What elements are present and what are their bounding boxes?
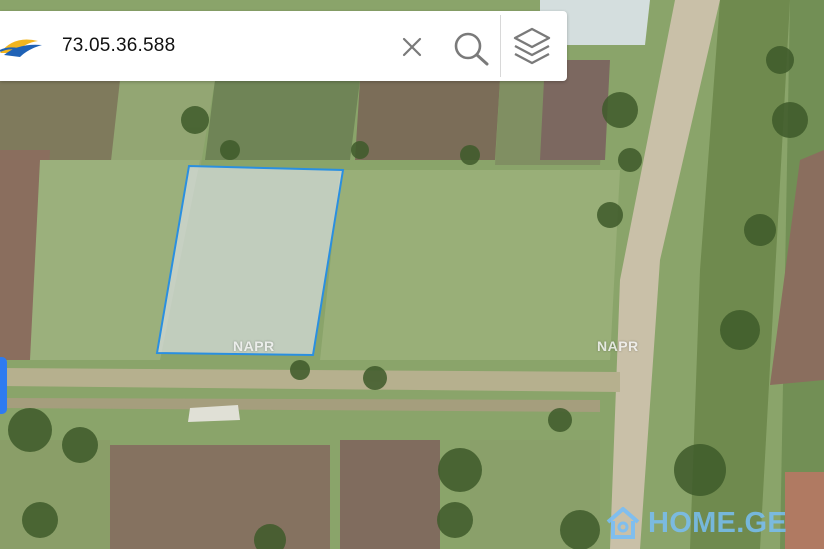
close-icon[interactable] <box>399 34 425 60</box>
home-icon <box>606 507 640 539</box>
side-panel-handle[interactable] <box>0 357 7 414</box>
home-ge-watermark: HOME.GE <box>604 504 787 542</box>
divider <box>500 15 501 77</box>
napr-logo-icon <box>0 39 42 57</box>
parcel-overlay <box>155 164 345 357</box>
search-bar: 73.05.36.588 <box>0 11 567 81</box>
parcel-polygon[interactable] <box>155 164 345 357</box>
satellite-map[interactable]: NAPR NAPR HOME.GE <box>0 0 824 549</box>
napr-label-right: NAPR <box>597 338 639 354</box>
search-icon[interactable] <box>451 31 491 67</box>
watermark-text: HOME.GE <box>648 506 788 539</box>
layers-icon[interactable] <box>509 25 555 69</box>
search-input[interactable]: 73.05.36.588 <box>62 35 175 57</box>
napr-label-left: NAPR <box>233 338 275 354</box>
